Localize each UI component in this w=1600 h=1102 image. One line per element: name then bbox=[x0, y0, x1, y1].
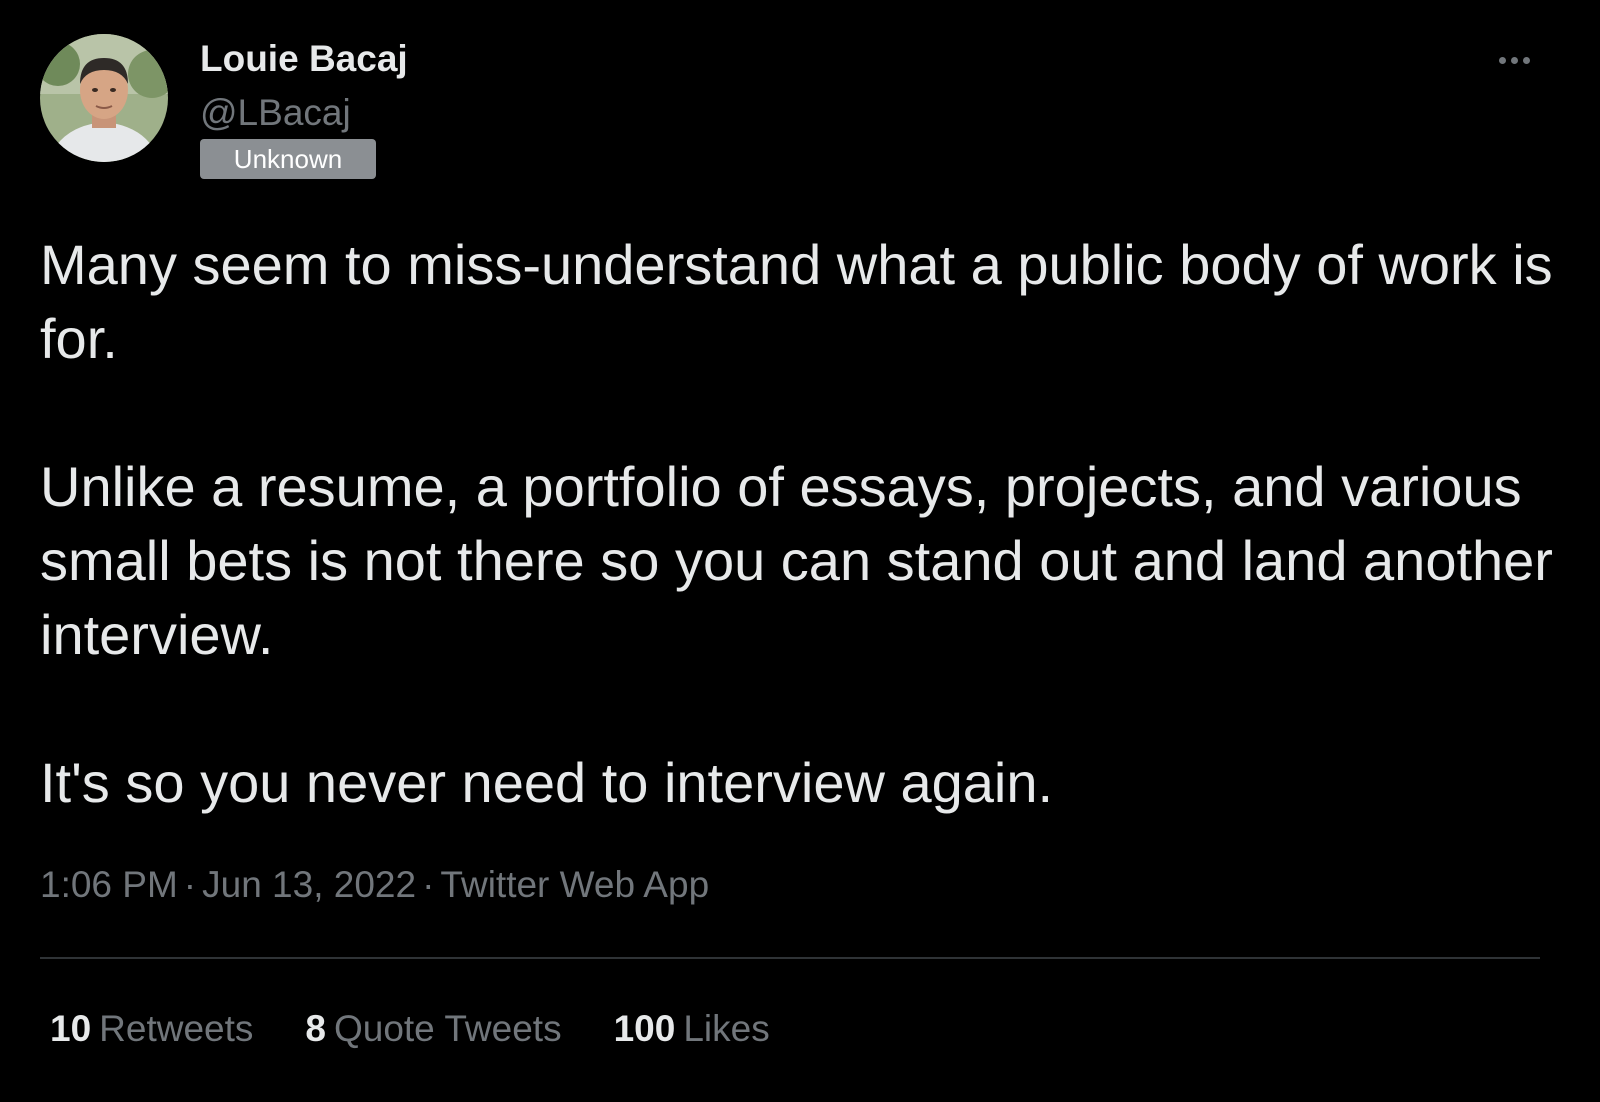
more-options-button[interactable] bbox=[1488, 44, 1540, 76]
author-handle[interactable]: @LBacaj bbox=[200, 92, 351, 134]
tweet-stats: 10 Retweets 8 Quote Tweets 100 Likes bbox=[50, 1008, 822, 1050]
tweet-detail: Louie Bacaj @LBacaj Unknown Many seem to… bbox=[0, 0, 1600, 1102]
author-label-badge: Unknown bbox=[200, 139, 376, 179]
retweets-stat[interactable]: 10 Retweets bbox=[50, 1008, 253, 1050]
tweet-metadata: 1:06 PM · Jun 13, 2022 · Twitter Web App bbox=[40, 864, 709, 906]
likes-count: 100 bbox=[613, 1008, 676, 1049]
tweet-source[interactable]: Twitter Web App bbox=[440, 864, 709, 905]
likes-stat[interactable]: 100 Likes bbox=[614, 1008, 770, 1050]
more-horizontal-icon bbox=[1498, 56, 1530, 64]
meta-separator: · bbox=[183, 864, 197, 905]
quote-tweets-label: Quote Tweets bbox=[333, 1008, 562, 1049]
likes-label: Likes bbox=[683, 1008, 770, 1049]
retweets-count: 10 bbox=[50, 1008, 92, 1049]
avatar-photo-icon bbox=[40, 34, 168, 162]
meta-separator: · bbox=[422, 864, 435, 905]
author-avatar[interactable] bbox=[40, 34, 168, 162]
quote-tweets-count: 8 bbox=[305, 1008, 326, 1049]
tweet-date[interactable]: Jun 13, 2022 bbox=[202, 864, 416, 905]
retweets-label: Retweets bbox=[99, 1008, 254, 1049]
tweet-paragraph: It's so you never need to interview agai… bbox=[40, 751, 1054, 814]
divider bbox=[40, 957, 1540, 959]
tweet-paragraph: Many seem to miss-understand what a publ… bbox=[40, 233, 1553, 370]
tweet-text: Many seem to miss-understand what a publ… bbox=[40, 228, 1560, 820]
tweet-time[interactable]: 1:06 PM bbox=[40, 864, 178, 905]
quote-tweets-stat[interactable]: 8 Quote Tweets bbox=[305, 1008, 561, 1050]
author-display-name[interactable]: Louie Bacaj bbox=[200, 38, 408, 80]
tweet-paragraph: Unlike a resume, a portfolio of essays, … bbox=[40, 455, 1553, 666]
